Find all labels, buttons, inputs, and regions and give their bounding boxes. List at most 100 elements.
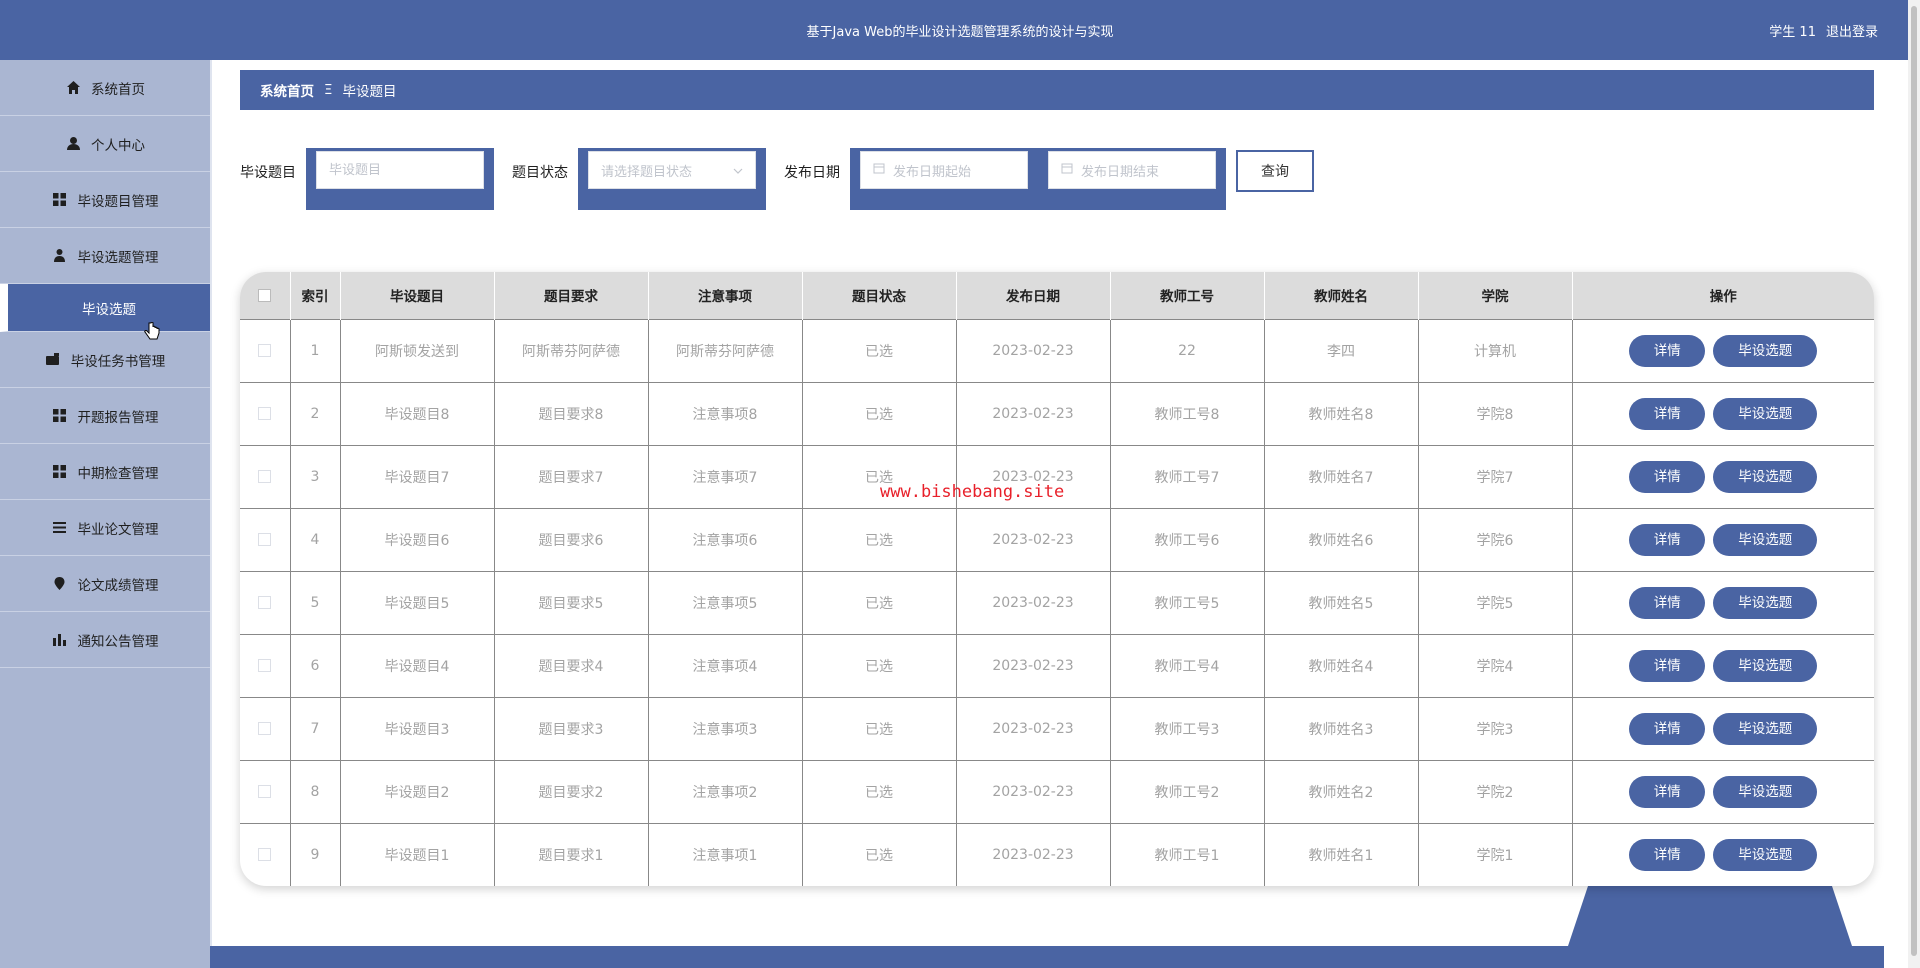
column-header: 教师姓名 bbox=[1264, 272, 1419, 319]
query-button[interactable]: 查询 bbox=[1236, 150, 1314, 192]
table-cell: 6 bbox=[290, 634, 341, 697]
table-cell: 教师姓名3 bbox=[1264, 697, 1419, 760]
table-cell: 2023-02-23 bbox=[956, 382, 1111, 445]
row-checkbox[interactable] bbox=[258, 785, 272, 798]
actions-cell: 详情 毕设选题 bbox=[1572, 571, 1874, 634]
table-cell: 教师工号3 bbox=[1110, 697, 1265, 760]
sidebar-item-6[interactable]: 开题报告管理 bbox=[0, 388, 210, 444]
table-row: 4 毕设题目6 题目要求6 注意事项6 已选 2023-02-23 教师工号6 教师姓名6 学院… bbox=[240, 508, 1874, 571]
column-header: 索引 bbox=[290, 272, 341, 319]
table-cell: 7 bbox=[290, 697, 341, 760]
sidebar-item-label: 毕业论文管理 bbox=[77, 521, 159, 538]
detail-button[interactable]: 详情 bbox=[1629, 712, 1706, 745]
sidebar-item-5[interactable]: 毕设任务书管理 bbox=[0, 332, 210, 388]
table-cell: 3 bbox=[290, 445, 341, 508]
detail-button[interactable]: 详情 bbox=[1629, 586, 1706, 619]
table-cell: 4 bbox=[290, 508, 341, 571]
table-row: 7 毕设题目3 题目要求3 注意事项3 已选 2023-02-23 教师工号3 教师姓名3 学院… bbox=[240, 697, 1874, 760]
detail-button[interactable]: 详情 bbox=[1629, 460, 1706, 493]
sidebar-item-10[interactable]: 通知公告管理 bbox=[0, 612, 210, 668]
sidebar-item-0[interactable]: 系统首页 bbox=[0, 60, 210, 116]
table-cell: 1 bbox=[290, 319, 341, 382]
select-topic-button[interactable]: 毕设选题 bbox=[1713, 649, 1818, 682]
date-start-input[interactable]: 发布日期起始 bbox=[860, 151, 1028, 189]
breadcrumb-home[interactable]: 系统首页 bbox=[260, 80, 314, 100]
table-cell: 注意事项3 bbox=[648, 697, 803, 760]
select-all-checkbox[interactable] bbox=[258, 288, 272, 302]
select-topic-button[interactable]: 毕设选题 bbox=[1713, 397, 1818, 430]
data-table: 索引 毕设题目 题目要求 注意事项 题目状态 发布日期 教师工号 教师姓名 学院 操作 1 阿斯顿发… bbox=[240, 272, 1874, 886]
topic-label: 毕设题目 bbox=[240, 165, 296, 181]
logout-link[interactable]: 退出登录 bbox=[1826, 21, 1878, 40]
table-cell: 注意事项2 bbox=[648, 760, 803, 823]
table-cell: 教师工号6 bbox=[1110, 508, 1265, 571]
row-select-cell bbox=[240, 508, 291, 571]
table-cell: 2023-02-23 bbox=[956, 634, 1111, 697]
detail-button[interactable]: 详情 bbox=[1629, 523, 1706, 556]
date-range-wrap: 发布日期起始 发布日期结束 bbox=[850, 148, 1226, 210]
row-checkbox[interactable] bbox=[258, 470, 272, 483]
detail-button[interactable]: 详情 bbox=[1629, 775, 1706, 808]
table-cell: 已选 bbox=[802, 697, 957, 760]
table-cell: 教师工号2 bbox=[1110, 760, 1265, 823]
table-cell: 学院2 bbox=[1418, 760, 1573, 823]
sidebar-item-label: 毕设题目管理 bbox=[77, 193, 159, 210]
row-select-cell bbox=[240, 697, 291, 760]
select-topic-button[interactable]: 毕设选题 bbox=[1713, 838, 1818, 871]
table-cell: 2023-02-23 bbox=[956, 508, 1111, 571]
actions-cell: 详情 毕设选题 bbox=[1572, 382, 1874, 445]
table-cell: 教师工号8 bbox=[1110, 382, 1265, 445]
user-area: 学生 11 退出登录 bbox=[1769, 21, 1878, 40]
detail-button[interactable]: 详情 bbox=[1629, 838, 1706, 871]
detail-button[interactable]: 详情 bbox=[1629, 334, 1706, 367]
sidebar-item-7[interactable]: 中期检查管理 bbox=[0, 444, 210, 500]
column-header: 操作 bbox=[1709, 289, 1737, 306]
sidebar: 系统首页 个人中心毕设题目管理毕设选题管理 毕设选题 毕设任务书管理 开题报告管理 中期检… bbox=[0, 60, 210, 968]
row-checkbox[interactable] bbox=[258, 344, 272, 357]
select-topic-button[interactable]: 毕设选题 bbox=[1713, 712, 1818, 745]
list-icon bbox=[52, 520, 68, 536]
table-cell: 毕设题目6 bbox=[340, 508, 495, 571]
row-select-cell bbox=[240, 571, 291, 634]
scrollbar[interactable] bbox=[1908, 0, 1920, 968]
table-cell: 教师工号4 bbox=[1110, 634, 1265, 697]
sidebar-item-4[interactable]: 毕设选题 bbox=[0, 284, 210, 332]
table-cell: 题目要求1 bbox=[494, 823, 649, 886]
table-row: 9 毕设题目1 题目要求1 注意事项1 已选 2023-02-23 教师工号1 教师姓名1 学院… bbox=[240, 823, 1874, 886]
select-topic-button[interactable]: 毕设选题 bbox=[1713, 460, 1818, 493]
sidebar-item-3[interactable]: 毕设选题管理 bbox=[0, 228, 210, 284]
select-topic-button[interactable]: 毕设选题 bbox=[1713, 775, 1818, 808]
topic-input[interactable] bbox=[316, 151, 484, 189]
table-cell: 阿斯蒂芬阿萨德 bbox=[494, 319, 649, 382]
column-header: 题目状态 bbox=[802, 272, 957, 319]
table-cell: 教师姓名7 bbox=[1264, 445, 1419, 508]
row-checkbox[interactable] bbox=[258, 407, 272, 420]
row-checkbox[interactable] bbox=[258, 596, 272, 609]
table-cell: 毕设题目3 bbox=[340, 697, 495, 760]
table-cell: 教师工号5 bbox=[1110, 571, 1265, 634]
detail-button[interactable]: 详情 bbox=[1629, 397, 1706, 430]
search-form: 毕设题目 题目状态 请选择题目状态 发布日期 发布日期起始 发布日期结束 查询 bbox=[240, 148, 1314, 210]
column-header: 教师工号 bbox=[1110, 272, 1265, 319]
table-cell: 题目要求4 bbox=[494, 634, 649, 697]
table-cell: 毕设题目2 bbox=[340, 760, 495, 823]
select-topic-button[interactable]: 毕设选题 bbox=[1713, 334, 1818, 367]
row-checkbox[interactable] bbox=[258, 533, 272, 546]
table-cell: 9 bbox=[290, 823, 341, 886]
select-topic-button[interactable]: 毕设选题 bbox=[1713, 586, 1818, 619]
row-checkbox[interactable] bbox=[258, 659, 272, 672]
sidebar-item-2[interactable]: 毕设题目管理 bbox=[0, 172, 210, 228]
date-end-placeholder: 发布日期结束 bbox=[1081, 164, 1160, 180]
row-checkbox[interactable] bbox=[258, 848, 272, 862]
actions-cell: 详情 毕设选题 bbox=[1572, 319, 1874, 382]
row-checkbox[interactable] bbox=[258, 722, 272, 735]
date-end-input[interactable]: 发布日期结束 bbox=[1048, 151, 1216, 189]
sidebar-item-9[interactable]: 论文成绩管理 bbox=[0, 556, 210, 612]
sidebar-item-8[interactable]: 毕业论文管理 bbox=[0, 500, 210, 556]
sidebar-item-1[interactable]: 个人中心 bbox=[0, 116, 210, 172]
scrollbar-thumb[interactable] bbox=[1911, 6, 1917, 956]
select-topic-button[interactable]: 毕设选题 bbox=[1713, 523, 1818, 556]
detail-button[interactable]: 详情 bbox=[1629, 649, 1706, 682]
status-label: 题目状态 bbox=[512, 165, 568, 181]
status-select[interactable]: 请选择题目状态 bbox=[588, 151, 756, 189]
